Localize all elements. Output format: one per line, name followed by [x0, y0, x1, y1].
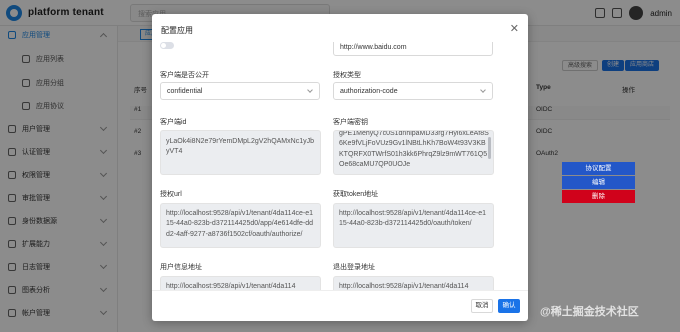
scrollbar[interactable]: [488, 137, 491, 159]
auth-url-label: 授权url: [160, 191, 182, 198]
client-secret-field[interactable]: gPE1MehyQ7c0S1dnhipaMD33rg7Hyl6xLeAf8S6K…: [333, 130, 494, 175]
dialog-title: 配置应用: [161, 26, 193, 35]
is-public-label: 客户端是否公开: [160, 72, 209, 79]
confirm-button[interactable]: 确认: [498, 299, 520, 313]
logout-url-label: 退出登录地址: [333, 264, 375, 271]
userinfo-url-label: 用户信息地址: [160, 264, 202, 271]
client-id-field[interactable]: yLaOk4i8N2e79rYemDMpL2gV2hQAMxNc1yJbyVT4: [160, 130, 321, 175]
menu-item-edit[interactable]: 编辑: [562, 176, 635, 189]
chevron-down-icon: [307, 87, 313, 93]
is-public-select[interactable]: confidential: [160, 82, 320, 100]
chevron-down-icon: [480, 87, 486, 93]
client-id-label: 客户端id: [160, 119, 187, 126]
token-url-field[interactable]: http://localhost:9528/api/v1/tenant/4da1…: [333, 203, 494, 248]
client-secret-label: 客户端密钥: [333, 119, 368, 126]
grant-type-label: 授权类型: [333, 72, 361, 79]
dialog-footer: 取消 确认: [152, 290, 528, 321]
grant-type-select[interactable]: authorization-code: [333, 82, 493, 100]
row-action-menu: 协议配置 编辑 删除: [562, 162, 635, 204]
cancel-button[interactable]: 取消: [471, 299, 493, 313]
menu-item-delete[interactable]: 删除: [562, 190, 635, 203]
menu-item-protocol-config[interactable]: 协议配置: [562, 162, 635, 175]
logout-url-field[interactable]: http://localhost:9528/api/v1/tenant/4da1…: [333, 276, 494, 290]
close-icon[interactable]: ✕: [510, 22, 519, 35]
toggle-switch[interactable]: [160, 42, 174, 49]
config-app-dialog: 配置应用 ✕ http://www.baidu.com 客户端是否公开 conf…: [152, 14, 528, 321]
dialog-body: http://www.baidu.com 客户端是否公开 confidentia…: [152, 42, 528, 290]
watermark: @稀土掘金技术社区: [540, 306, 639, 318]
token-url-label: 获取token地址: [333, 191, 379, 198]
auth-url-field[interactable]: http://localhost:9528/api/v1/tenant/4da1…: [160, 203, 321, 248]
homepage-url-input[interactable]: http://www.baidu.com: [333, 42, 493, 56]
userinfo-url-field[interactable]: http://localhost:9528/api/v1/tenant/4da1…: [160, 276, 321, 290]
